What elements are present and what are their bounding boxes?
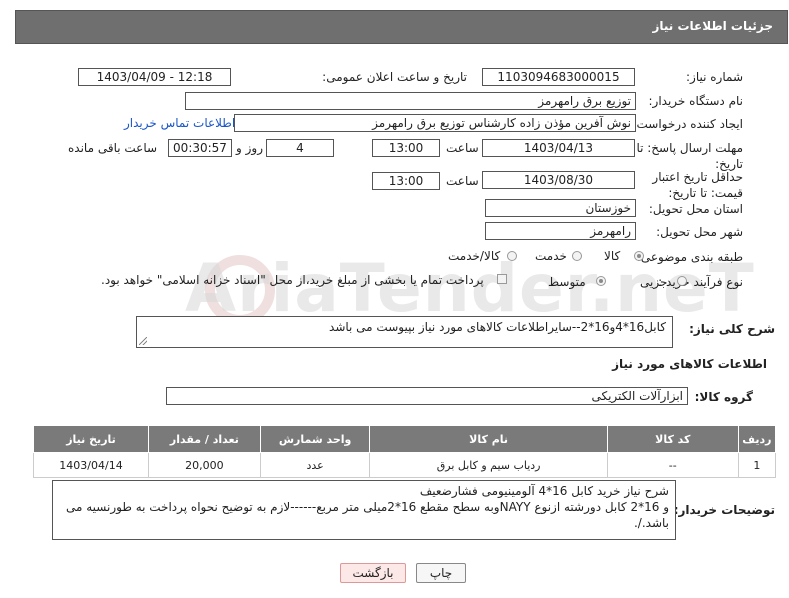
deadline-time-field: 13:00: [372, 139, 440, 157]
process-option-minor: جزیی: [640, 275, 668, 289]
cell-name: ردیاب سیم و کابل برق: [369, 452, 608, 478]
city-field: رامهرمز: [485, 222, 636, 240]
buyer-notes-line-3: باشد./.: [633, 516, 669, 530]
days-label: روز و: [236, 141, 263, 155]
watermark-logo: [205, 255, 275, 325]
back-button[interactable]: بازگشت: [340, 563, 406, 583]
category-radio-service[interactable]: [572, 251, 582, 261]
goods-group-label: گروه کالا:: [694, 390, 753, 404]
summary-label: شرح کلی نیاز:: [689, 322, 775, 336]
announce-date-label: تاریخ و ساعت اعلان عمومی:: [322, 70, 467, 84]
goods-section-title: اطلاعات کالاهای مورد نیاز: [612, 357, 767, 371]
cell-code: --: [606, 452, 739, 478]
goods-table-header: ردیف کد کالا نام کالا واحد شمارش تعداد /…: [32, 425, 777, 453]
col-row-number: ردیف: [737, 425, 777, 453]
city-label: شهر محل تحویل:: [656, 225, 743, 239]
price-validity-time-field: 13:00: [372, 172, 440, 190]
buyer-contact-link[interactable]: اطلاعات تماس خریدار: [124, 116, 235, 130]
time-remaining-field: 00:30:57: [168, 139, 232, 157]
cell-need-date: 1403/04/14: [32, 452, 150, 478]
category-option-goods-service: کالا/خدمت: [448, 249, 501, 263]
price-validity-label: حداقل تاریخ اعتبار قیمت: تا تاریخ:: [652, 170, 743, 200]
deadline-date-field: 1403/04/13: [482, 139, 635, 157]
category-label: طبقه بندی موضوعی:: [636, 250, 743, 264]
time-remaining-label: ساعت باقی مانده: [68, 141, 158, 155]
resize-grip-icon[interactable]: [139, 337, 147, 345]
deadline-label: مهلت ارسال پاسخ: تا تاریخ:: [636, 141, 743, 171]
page-title: جزئیات اطلاعات نیاز: [652, 19, 773, 33]
province-field: خوزستان: [485, 199, 636, 217]
treasury-payment-checkbox[interactable]: [497, 274, 507, 284]
buyer-label: نام دستگاه خریدار:: [648, 94, 744, 108]
table-row: 1 -- ردیاب سیم و کابل برق عدد 20,000 140…: [32, 452, 777, 478]
cell-quantity: 20,000: [148, 452, 261, 478]
col-need-date: تاریخ نیاز: [32, 425, 150, 453]
category-radio-goods-service[interactable]: [507, 251, 517, 261]
summary-field: کابل16*4و16*2--سایراطلاعات کالاهای مورد …: [136, 316, 673, 348]
creator-field: نوش آفرین مؤذن زاده کارشناس توزیع برق را…: [234, 114, 636, 132]
need-number-label: شماره نیاز:: [686, 70, 743, 84]
buyer-notes-line-2: و 16*2 کابل دورشته ازنوع NAYYوبه سطح مقط…: [65, 500, 669, 514]
col-quantity: تعداد / مقدار: [148, 425, 261, 453]
process-option-medium: متوسط: [548, 275, 586, 289]
summary-text: کابل16*4و16*2--سایراطلاعات کالاهای مورد …: [329, 320, 666, 334]
goods-group-field: ابزارآلات الکتریکی: [166, 387, 688, 405]
province-label: استان محل تحویل:: [648, 202, 743, 216]
announce-date-field: 1403/04/09 - 12:18: [78, 68, 231, 86]
page-header: جزئیات اطلاعات نیاز: [15, 10, 788, 44]
category-option-service: خدمت: [535, 249, 567, 263]
category-option-goods: کالا: [604, 249, 621, 263]
deadline-time-label: ساعت: [446, 141, 479, 155]
cell-row-number: 1: [737, 452, 777, 478]
process-radio-minor[interactable]: [677, 276, 687, 286]
need-number-field: 1103094683000015: [482, 68, 635, 86]
creator-label: ایجاد کننده درخواست:: [632, 117, 743, 131]
goods-table: ردیف کد کالا نام کالا واحد شمارش تعداد /…: [32, 425, 777, 478]
buyer-notes-field: شرح نیاز خرید کابل 16*4 آلومینیومی فشارض…: [52, 480, 676, 540]
col-unit: واحد شمارش: [259, 425, 371, 453]
treasury-payment-note: پرداخت تمام یا بخشی از مبلغ خرید،از محل …: [101, 273, 484, 287]
print-button[interactable]: چاپ: [416, 563, 466, 583]
category-radio-goods[interactable]: [634, 251, 644, 261]
col-name: نام کالا: [369, 425, 608, 453]
price-validity-date-field: 1403/08/30: [482, 171, 635, 189]
cell-unit: عدد: [259, 452, 371, 478]
price-validity-time-label: ساعت: [446, 174, 479, 188]
days-remaining-field: 4: [266, 139, 334, 157]
buyer-notes-line-1: شرح نیاز خرید کابل 16*4 آلومینیومی فشارض…: [419, 484, 669, 498]
process-radio-medium[interactable]: [596, 276, 606, 286]
col-code: کد کالا: [606, 425, 739, 453]
buyer-notes-label: توضیحات خریدار:: [673, 503, 775, 517]
buyer-field: توزیع برق رامهرمز: [185, 92, 636, 110]
process-label: نوع فرآیند خرید :: [658, 275, 743, 289]
